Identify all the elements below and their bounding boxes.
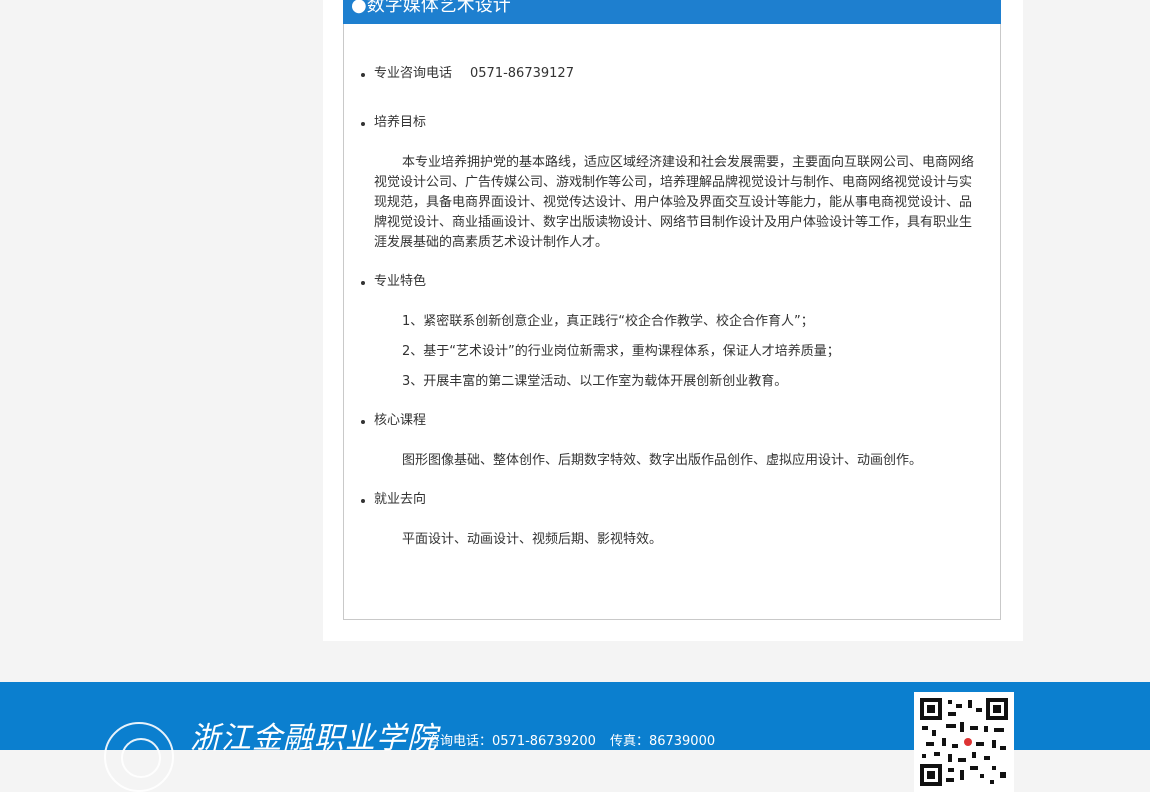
site-footer: 浙江金融职业学院 咨询电话：0571-86739200 传真：86739000 (0, 682, 1150, 792)
school-name-logo: 浙江金融职业学院 (190, 721, 438, 756)
bullet-icon (361, 122, 365, 126)
feature-item: 3、开展丰富的第二课堂活动、以工作室为载体开展创新创业教育。 (402, 374, 788, 389)
major-title-bar: ●数字媒体艺术设计 (343, 0, 1001, 24)
goal-label: 培养目标 (374, 115, 427, 130)
bullet-icon (361, 420, 365, 424)
phone-line: 专业咨询电话 0571-86739127 (374, 65, 574, 83)
footer-contact: 咨询电话：0571-86739200 传真：86739000 (427, 733, 715, 751)
footer-fax: 传真：86739000 (609, 734, 716, 749)
major-title: ●数字媒体艺术设计 (351, 0, 511, 16)
careers-text: 平面设计、动画设计、视频后期、影视特效。 (402, 532, 663, 547)
feature-item: 1、紧密联系创新创意企业，真正践行“校企合作教学、校企合作育人”； (402, 314, 814, 329)
features-label: 专业特色 (374, 274, 427, 289)
courses-label: 核心课程 (374, 413, 427, 428)
phone-value: 0571-86739127 (470, 66, 574, 81)
qr-code-icon (914, 692, 1014, 792)
major-detail-panel: ●数字媒体艺术设计 专业咨询电话 0571-86739127 培养目标 本专业培养… (343, 0, 1001, 620)
school-emblem-icon (104, 722, 174, 792)
bullet-icon (361, 281, 365, 285)
content-card: ●数字媒体艺术设计 专业咨询电话 0571-86739127 培养目标 本专业培养… (323, 0, 1023, 641)
phone-label: 专业咨询电话 (374, 66, 453, 81)
bullet-icon (361, 73, 365, 77)
bullet-icon (361, 499, 365, 503)
feature-item: 2、基于“艺术设计”的行业岗位新需求，重构课程体系，保证人才培养质量； (402, 344, 840, 359)
courses-text: 图形图像基础、整体创作、后期数字特效、数字出版作品创作、虚拟应用设计、动画创作。 (402, 453, 923, 468)
footer-phone: 咨询电话：0571-86739200 (427, 734, 596, 749)
goal-text: 本专业培养拥护党的基本路线，适应区域经济建设和社会发展需要，主要面向互联网公司、… (374, 155, 975, 250)
careers-label: 就业去向 (374, 492, 427, 507)
